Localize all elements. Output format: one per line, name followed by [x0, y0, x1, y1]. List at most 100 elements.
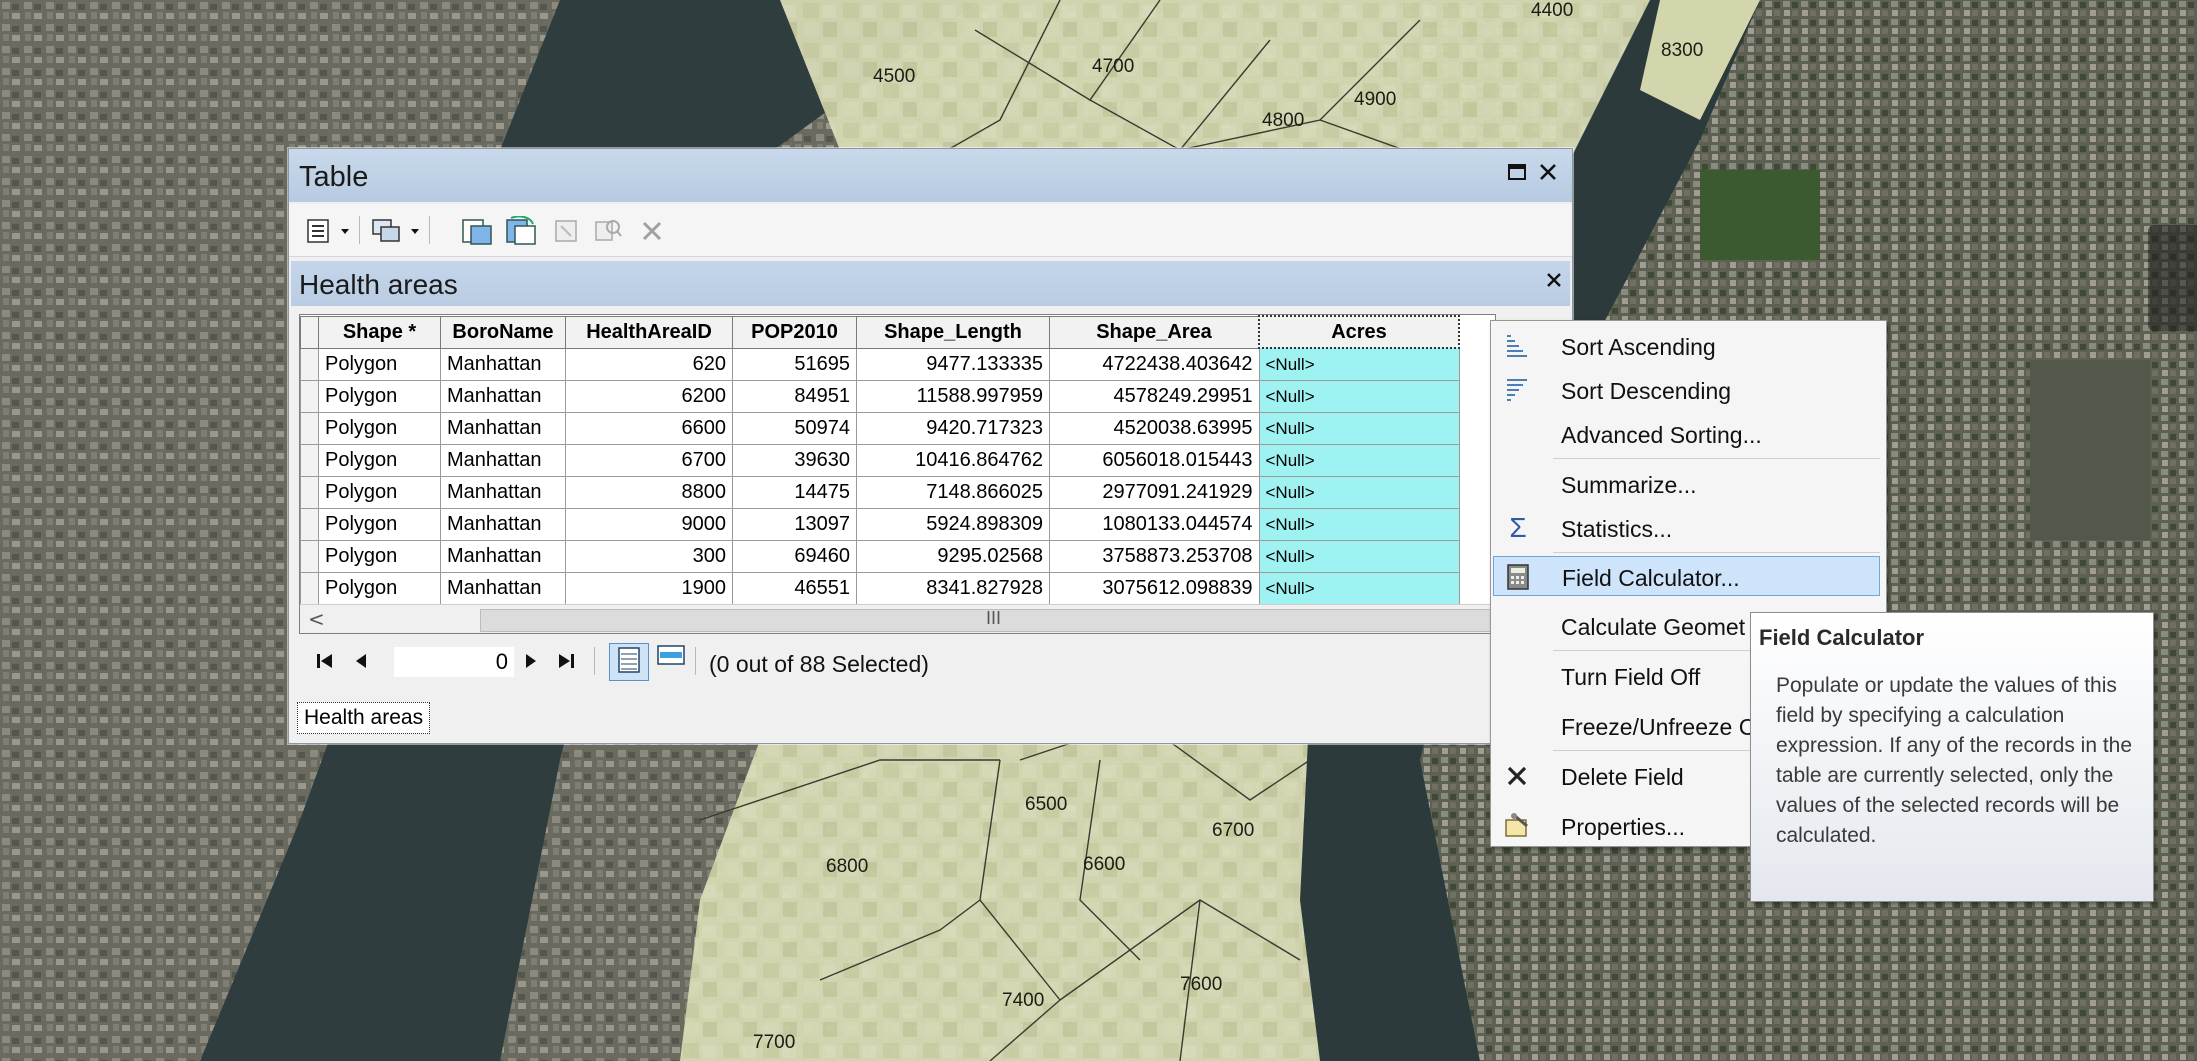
menu-item-sort-ascending[interactable]: Sort Ascending	[1493, 326, 1880, 366]
next-record-icon[interactable]	[521, 649, 541, 675]
table-cell[interactable]: <Null>	[1258, 572, 1460, 605]
last-record-icon[interactable]	[554, 649, 578, 675]
table-cell[interactable]: 1900	[565, 572, 733, 605]
table-cell[interactable]: 9420.717323	[856, 412, 1050, 445]
column-header-healthareaid[interactable]: HealthAreaID	[565, 315, 733, 349]
column-header-pop2010[interactable]: POP2010	[732, 315, 857, 349]
column-header-shape[interactable]: Shape *	[318, 315, 441, 349]
row-selector[interactable]	[300, 540, 319, 573]
table-options-icon[interactable]	[305, 216, 333, 246]
layer-title-bar[interactable]: Health areas	[291, 261, 1570, 306]
table-cell[interactable]: 14475	[732, 476, 857, 509]
table-row[interactable]: Polygon Manhattan 1900 46551 8341.827928 3075…	[300, 572, 1460, 605]
table-cell[interactable]: Polygon	[318, 572, 441, 605]
table-cell[interactable]: 7148.866025	[856, 476, 1050, 509]
table-cell[interactable]: 6056018.015443	[1049, 444, 1260, 477]
table-row[interactable]: Polygon Manhattan 6200 84951 11588.997959 457…	[300, 380, 1460, 413]
row-selector[interactable]	[300, 444, 319, 477]
row-selector[interactable]	[300, 476, 319, 509]
table-row[interactable]: Polygon Manhattan 6600 50974 9420.717323 4520…	[300, 412, 1460, 445]
select-by-attributes-icon[interactable]	[461, 216, 493, 246]
table-cell[interactable]: 6600	[565, 412, 733, 445]
scrollbar-thumb[interactable]: III	[480, 608, 1495, 632]
maximize-icon[interactable]	[1504, 161, 1530, 187]
related-tables-icon[interactable]	[371, 216, 403, 246]
table-cell[interactable]: 9000	[565, 508, 733, 541]
table-cell[interactable]: 4520038.63995	[1049, 412, 1260, 445]
table-cell[interactable]: <Null>	[1258, 444, 1460, 477]
table-cell[interactable]: 4578249.29951	[1049, 380, 1260, 413]
table-cell[interactable]: 8341.827928	[856, 572, 1050, 605]
table-cell[interactable]: 39630	[732, 444, 857, 477]
dropdown-icon[interactable]	[409, 216, 421, 246]
menu-item-field-calculator[interactable]: Field Calculator...	[1493, 556, 1880, 596]
table-cell[interactable]: <Null>	[1258, 476, 1460, 509]
table-cell[interactable]: 13097	[732, 508, 857, 541]
first-record-icon[interactable]	[313, 649, 337, 675]
row-selector[interactable]	[300, 412, 319, 445]
menu-item-statistics[interactable]: Σ Statistics...	[1493, 508, 1880, 548]
column-header-acres[interactable]: Acres	[1258, 315, 1460, 349]
table-cell[interactable]: Manhattan	[440, 476, 566, 509]
record-number-input[interactable]: 0	[394, 647, 514, 677]
delete-selected-icon[interactable]	[639, 216, 665, 246]
table-cell[interactable]: Manhattan	[440, 380, 566, 413]
horizontal-scrollbar[interactable]: < III	[300, 604, 1495, 633]
menu-item-summarize[interactable]: Summarize...	[1493, 464, 1880, 504]
table-cell[interactable]: Polygon	[318, 508, 441, 541]
show-selected-records-icon[interactable]	[656, 643, 686, 669]
table-cell[interactable]: 10416.864762	[856, 444, 1050, 477]
table-cell[interactable]: 1080133.044574	[1049, 508, 1260, 541]
table-cell[interactable]: 2977091.241929	[1049, 476, 1260, 509]
table-cell[interactable]: 46551	[732, 572, 857, 605]
row-selector[interactable]	[300, 572, 319, 605]
dropdown-icon[interactable]	[339, 216, 351, 246]
close-icon[interactable]	[1535, 161, 1561, 187]
table-cell[interactable]: 4722438.403642	[1049, 347, 1260, 381]
table-cell[interactable]: 5924.898309	[856, 508, 1050, 541]
clear-selection-icon[interactable]	[553, 216, 579, 246]
column-header-shape-area[interactable]: Shape_Area	[1049, 315, 1260, 349]
table-cell[interactable]: 84951	[732, 380, 857, 413]
table-row[interactable]: Polygon Manhattan 9000 13097 5924.898309 1080…	[300, 508, 1460, 541]
show-all-records-icon[interactable]	[609, 643, 649, 681]
menu-item-advanced-sorting[interactable]: Advanced Sorting...	[1493, 414, 1880, 454]
table-row[interactable]: Polygon Manhattan 620 51695 9477.133335 47224…	[300, 347, 1460, 381]
window-title-bar[interactable]: Table	[289, 149, 1572, 202]
table-cell[interactable]: Polygon	[318, 476, 441, 509]
attribute-table-grid[interactable]: Shape * BoroName HealthAreaID POP2010 Sh…	[299, 314, 1496, 634]
table-cell[interactable]: Polygon	[318, 347, 441, 381]
zoom-to-selected-icon[interactable]	[593, 216, 623, 246]
table-cell[interactable]: 11588.997959	[856, 380, 1050, 413]
table-cell[interactable]: 69460	[732, 540, 857, 573]
table-cell[interactable]: Polygon	[318, 380, 441, 413]
layer-tab[interactable]: Health areas	[297, 702, 431, 734]
table-cell[interactable]: Polygon	[318, 540, 441, 573]
table-cell[interactable]: <Null>	[1258, 347, 1460, 381]
table-cell[interactable]: 9477.133335	[856, 347, 1050, 381]
table-cell[interactable]: Manhattan	[440, 540, 566, 573]
table-row[interactable]: Polygon Manhattan 300 69460 9295.02568 375887…	[300, 540, 1460, 573]
close-icon[interactable]	[1541, 269, 1567, 295]
table-cell[interactable]: <Null>	[1258, 508, 1460, 541]
table-cell[interactable]: Manhattan	[440, 412, 566, 445]
table-cell[interactable]: Manhattan	[440, 572, 566, 605]
table-cell[interactable]: Manhattan	[440, 347, 566, 381]
table-cell[interactable]: Polygon	[318, 444, 441, 477]
table-cell[interactable]: 51695	[732, 347, 857, 381]
table-cell[interactable]: 3758873.253708	[1049, 540, 1260, 573]
previous-record-icon[interactable]	[351, 649, 371, 675]
table-cell[interactable]: 6700	[565, 444, 733, 477]
table-cell[interactable]: 8800	[565, 476, 733, 509]
column-header-shape-length[interactable]: Shape_Length	[856, 315, 1050, 349]
row-selector[interactable]	[300, 347, 319, 381]
table-row[interactable]: Polygon Manhattan 6700 39630 10416.864762 605…	[300, 444, 1460, 477]
table-cell[interactable]: 6200	[565, 380, 733, 413]
table-cell[interactable]: <Null>	[1258, 380, 1460, 413]
row-selector[interactable]	[300, 380, 319, 413]
map-side-widget[interactable]	[2148, 225, 2197, 331]
table-cell[interactable]: <Null>	[1258, 412, 1460, 445]
table-cell[interactable]: Manhattan	[440, 444, 566, 477]
table-cell[interactable]: 3075612.098839	[1049, 572, 1260, 605]
menu-item-sort-descending[interactable]: Sort Descending	[1493, 370, 1880, 410]
